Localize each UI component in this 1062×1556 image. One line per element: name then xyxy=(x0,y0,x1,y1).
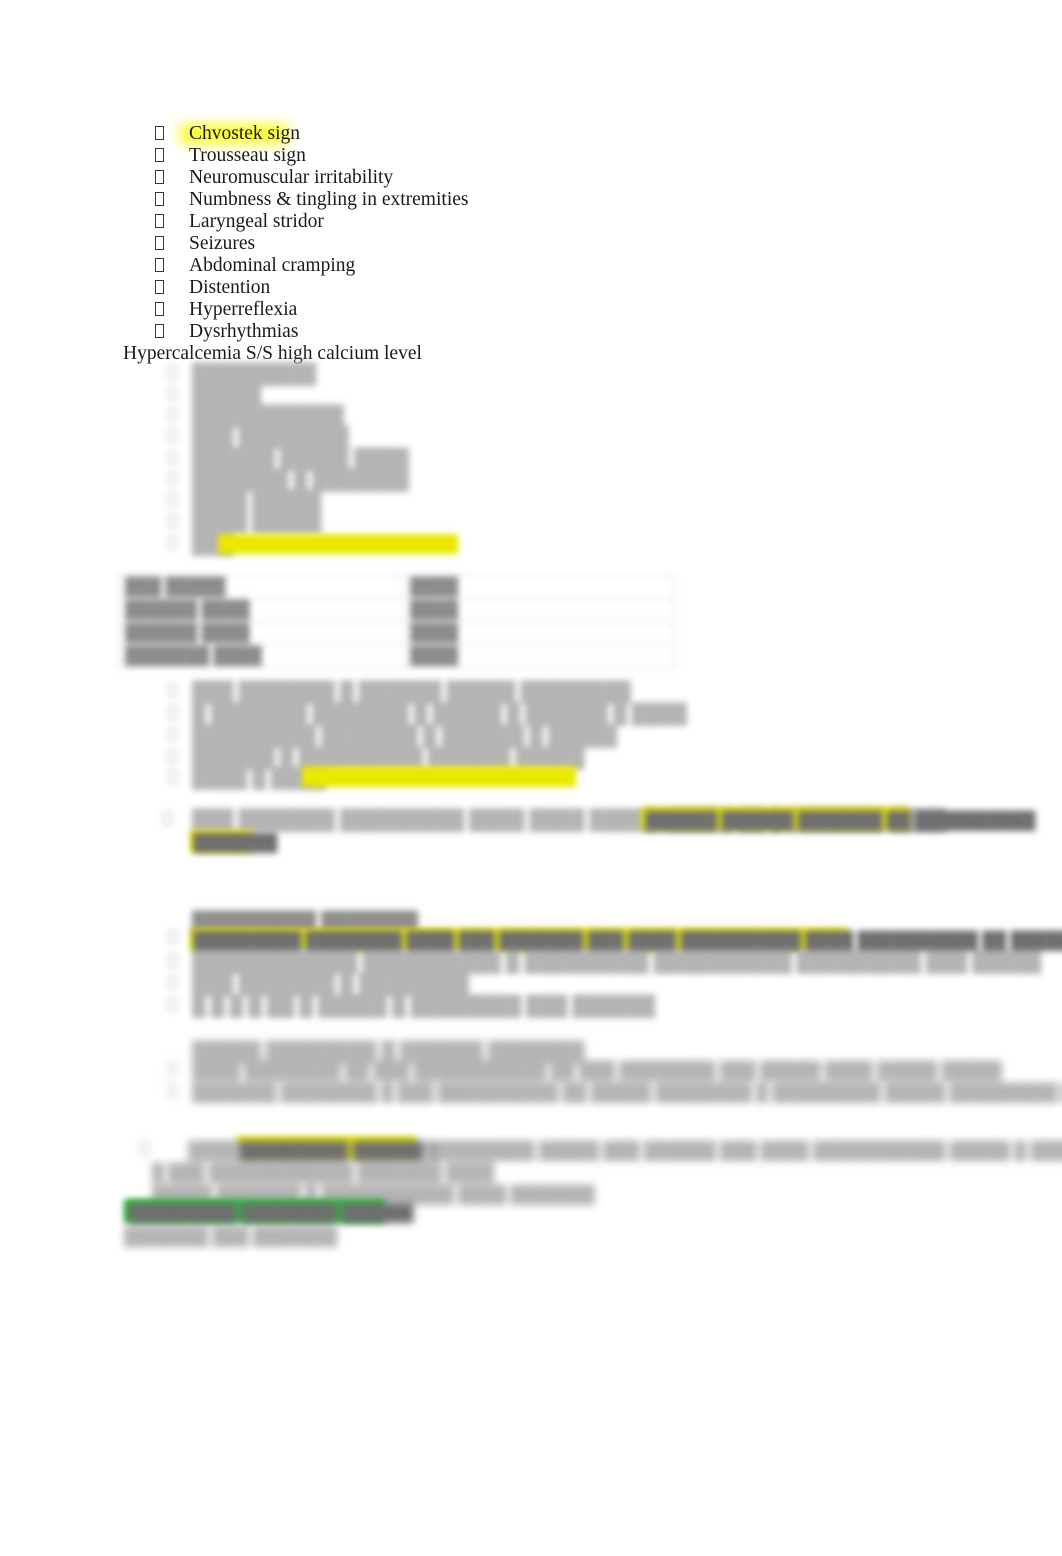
table-cell: ████ xyxy=(403,598,675,622)
highlight-closing-green xyxy=(124,1199,385,1223)
list-bullet-9 xyxy=(155,299,164,321)
list-item-neuromuscular-irritability: Neuromuscular irritability xyxy=(189,167,394,188)
hc-bullet-7 xyxy=(168,493,177,509)
lab-values-table: ███ █████ ████ ██████ ████ ████ ██████ █… xyxy=(118,575,675,668)
finding-bullet-1 xyxy=(168,684,177,700)
closing-line2: █ ███ ████████████ ███████ ████ xyxy=(152,1163,495,1182)
list-item-trousseau-sign: Trousseau sign xyxy=(189,145,306,166)
hc-bullet-8 xyxy=(168,514,177,530)
finding-bullet-3 xyxy=(168,728,177,744)
paragraph-bullet xyxy=(163,812,172,828)
table-row: ██████ ████ ████ xyxy=(118,598,675,622)
table-cell: ██████ ████ xyxy=(118,621,404,645)
section-a-item-2: ███ ███████ █ ████████ xyxy=(192,974,470,995)
hc-item-5: ██████ █████ ████ xyxy=(192,449,409,470)
finding-bullet-5 xyxy=(168,770,177,786)
section-a-bullet-3 xyxy=(168,998,177,1014)
list-bullet-4 xyxy=(155,189,164,211)
hc-bullet-5 xyxy=(168,451,177,467)
hc-bullet-1 xyxy=(168,366,177,382)
hc-bullet-3 xyxy=(168,408,177,424)
finding-item-2: █ ███████ ███████ █ █████ █ ██████ █ ███… xyxy=(192,704,687,725)
hc-bullet-2 xyxy=(168,387,177,403)
hc-item-1: █████████ xyxy=(192,364,317,385)
highlight-findings-last xyxy=(302,766,576,787)
finding-bullet-4 xyxy=(168,750,177,766)
section-b-bullet-1 xyxy=(168,1062,177,1078)
hc-item-4: ███ ████████ xyxy=(192,427,349,448)
table-row: ███ █████ ████ xyxy=(118,575,675,599)
list-item-abdominal-cramping: Abdominal cramping xyxy=(189,255,356,276)
hc-bullet-9 xyxy=(168,536,177,552)
highlight-paragraph-wrap xyxy=(190,830,252,852)
section-b-item-2: ███████ ████████ █ ███ ██████████ ██ ███… xyxy=(192,1083,1062,1102)
hypercalcemia-heading: Hypercalcemia S/S high calcium level xyxy=(123,343,422,364)
list-item-numbness-tingling: Numbness & tingling in extremities xyxy=(189,189,469,210)
list-item-dysrhythmias: Dysrhythmias xyxy=(189,321,299,342)
list-bullet-3 xyxy=(155,167,164,189)
section-a-bullet-2 xyxy=(168,976,177,992)
hc-item-2: █████ xyxy=(192,385,262,406)
table-row: ██████ ████ ████ xyxy=(118,621,675,645)
table-cell: ████ xyxy=(403,575,675,599)
section-a-item-3: █ █ █ █ ██ █ █████ █ ████████ ███ ██████ xyxy=(192,996,656,1017)
table-cell: ████ xyxy=(403,644,675,668)
list-bullet-1 xyxy=(155,123,164,145)
closing-line4: ███████ ███ ███████ xyxy=(124,1227,338,1246)
hc-bullet-4 xyxy=(168,429,177,445)
list-item-distention: Distention xyxy=(189,277,271,298)
hc-bullet-6 xyxy=(168,472,177,488)
finding-item-1: ███ ███████ █ ██████ █████ ████████ xyxy=(192,682,631,703)
table-cell: ███████ ████ xyxy=(118,644,404,668)
hc-item-8: ████ █████ xyxy=(192,512,322,533)
closing-bullet xyxy=(140,1142,149,1158)
section-b-heading: █████ ████████ █ ██████ ███████ xyxy=(192,1042,585,1063)
finding-bullet-2 xyxy=(168,706,177,722)
list-item-hyperreflexia: Hyperreflexia xyxy=(189,299,298,320)
list-bullet-2 xyxy=(155,145,164,167)
document-page: Chvostek sign Trousseau sign Neuromuscul… xyxy=(0,0,1062,1556)
section-a-bullet-1 xyxy=(168,954,177,970)
list-bullet-10 xyxy=(155,321,164,343)
list-item-chvostek-sign: Chvostek sign xyxy=(189,123,301,144)
section-b-item-1: ████ ████████ ██ ███ ███████████ ██ ███ … xyxy=(192,1061,1002,1080)
hc-item-6: ███████ █ ███████ xyxy=(192,470,409,491)
highlight-section-a-line xyxy=(190,928,848,951)
highlight-hypercalcemia-last xyxy=(218,534,458,554)
highlight-paragraph-tail xyxy=(641,807,909,829)
table-row: ███████ ████ ████ xyxy=(118,644,675,668)
hc-item-3: ███████████ xyxy=(192,406,344,427)
list-item-seizures: Seizures xyxy=(189,233,256,254)
list-bullet-7 xyxy=(155,255,164,277)
section-b-bullet-2 xyxy=(168,1084,177,1100)
hc-item-7: ████ █████ xyxy=(192,491,322,512)
finding-item-3: █████████ ███████ █ ██████ █ █████ xyxy=(192,726,618,747)
list-bullet-5 xyxy=(155,211,164,233)
list-bullet-6 xyxy=(155,233,164,255)
closing-line1-post: █ ████████ █████ ███ ██████ ███ ████ ███… xyxy=(422,1141,1062,1160)
list-bullet-8 xyxy=(155,277,164,299)
table-cell: ██████ ████ xyxy=(118,598,404,622)
list-item-laryngeal-stridor: Laryngeal stridor xyxy=(189,211,324,232)
table-cell: ████ xyxy=(403,621,675,645)
section-a-item-1: ████████████ ██████████ █ █████████ ████… xyxy=(192,952,1042,973)
highlight-closing-phrase xyxy=(236,1136,416,1159)
section-a-bullet-0 xyxy=(168,930,177,946)
table-cell: ███ █████ xyxy=(118,575,404,599)
